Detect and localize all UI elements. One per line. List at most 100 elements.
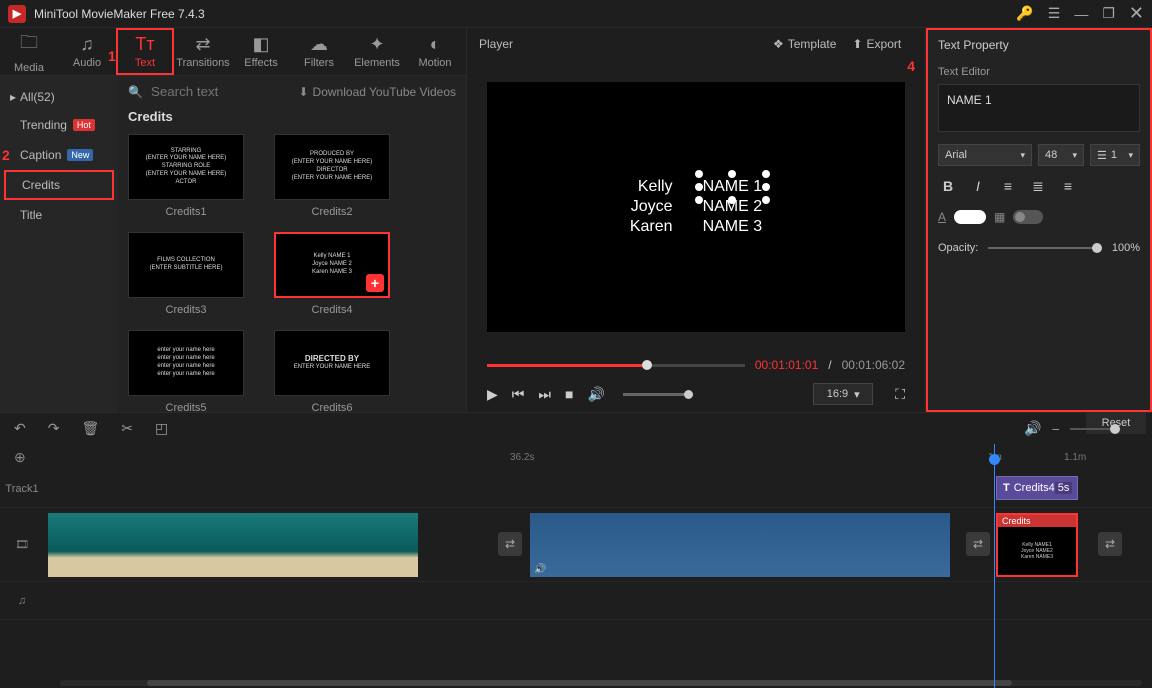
audio-track[interactable]: ♫	[0, 582, 1152, 620]
text-editor-input[interactable]: NAME 1	[938, 84, 1140, 132]
align-center-button[interactable]: ≣	[1028, 176, 1048, 196]
sound-icon[interactable]: 🔊	[1024, 420, 1041, 437]
credits-preview-text: KellyJoyceKaren NAME 1 NAME 2NAME 3	[630, 178, 762, 236]
tab-elements[interactable]: ✦Elements	[348, 28, 406, 75]
timeline: ⊕ 36.2s 1m 1.1m Track1 T Credits4 5s 🎞 ⇄…	[0, 444, 1152, 688]
tab-text[interactable]: TᴛText 1	[116, 28, 174, 75]
playhead[interactable]	[994, 444, 995, 688]
scrub-bar[interactable]	[487, 364, 745, 367]
video-clip-2[interactable]: 🔊	[530, 513, 950, 577]
chevron-down-icon: ▾	[1128, 150, 1133, 161]
template-credits3[interactable]: FILMS COLLECTION(ENTER SUBTITLE HERE)	[128, 232, 244, 298]
export-button[interactable]: ⬆Export 4	[852, 36, 913, 52]
zoom-out-button[interactable]: −	[1052, 421, 1060, 437]
zoom-slider[interactable]	[1070, 428, 1120, 430]
scrub-knob[interactable]	[642, 360, 652, 370]
bold-button[interactable]: B	[938, 176, 958, 196]
tab-effects[interactable]: ◧Effects	[232, 28, 290, 75]
export-icon: ⬆	[852, 37, 862, 51]
add-track-icon[interactable]: ⊕	[14, 449, 26, 466]
category-sidebar: ▸All(52) TrendingHot 2 CaptionNew Credit…	[0, 76, 118, 412]
elements-icon: ✦	[369, 34, 384, 55]
text-icon: Tᴛ	[135, 34, 154, 55]
music-icon: ♫	[80, 34, 94, 55]
highlight-icon: ▦	[994, 210, 1005, 224]
highlight-toggle[interactable]	[1013, 210, 1043, 224]
opacity-label: Opacity:	[938, 242, 978, 254]
text-clip-credits4[interactable]: T Credits4 5s	[996, 476, 1078, 500]
delete-button[interactable]: 🗑	[81, 420, 99, 437]
italic-button[interactable]: I	[968, 176, 988, 196]
category-caption[interactable]: 2 CaptionNew	[0, 140, 118, 170]
undo-button[interactable]: ↶	[14, 420, 26, 437]
tab-transitions[interactable]: ⇄Transitions	[174, 28, 232, 75]
template-icon: ❖	[773, 37, 784, 51]
upgrade-key-icon[interactable]: 🔑	[1016, 5, 1033, 22]
menu-icon[interactable]: ☰	[1048, 5, 1061, 22]
tab-media[interactable]: 🗀Media	[0, 28, 58, 75]
category-trending[interactable]: TrendingHot	[0, 110, 118, 140]
library-panel: 🗀Media ♫Audio TᴛText 1 ⇄Transitions ◧Eff…	[0, 28, 466, 412]
template-credits2[interactable]: PRODUCED BY(ENTER YOUR NAME HERE)DIRECTO…	[274, 134, 390, 200]
volume-slider[interactable]	[623, 393, 693, 396]
template-button[interactable]: ❖Template	[773, 36, 836, 52]
text-track[interactable]: Track1 T Credits4 5s	[0, 470, 1152, 508]
volume-icon[interactable]: 🔊	[587, 386, 604, 403]
line-spacing-select[interactable]: ☰1▾	[1090, 144, 1140, 166]
play-button[interactable]: ▶	[487, 386, 498, 403]
category-credits[interactable]: Credits	[4, 170, 114, 200]
minimize-button[interactable]: —	[1074, 6, 1088, 22]
maximize-button[interactable]: ❐	[1102, 5, 1115, 22]
download-icon: ⬇	[298, 85, 308, 99]
text-color-swatch[interactable]	[954, 210, 986, 224]
player-panel: Player ❖Template ⬆Export 4 KellyJoyceKar…	[466, 28, 926, 412]
tab-motion[interactable]: ◐Motion	[406, 28, 464, 75]
stop-button[interactable]: ■	[565, 386, 573, 402]
split-button[interactable]: ✂	[121, 420, 133, 437]
close-button[interactable]: ✕	[1129, 3, 1144, 24]
fullscreen-button[interactable]: ⛶	[895, 386, 905, 403]
time-current: 00:01:01:01	[755, 358, 818, 372]
transition-slot-1[interactable]: ⇄	[498, 532, 522, 556]
credits-clip[interactable]: Credits Kelly NAME1Joyce NAME2Karen NAME…	[996, 513, 1078, 577]
player-title: Player	[479, 37, 513, 51]
hot-badge: Hot	[73, 119, 95, 131]
template-credits4[interactable]: Kelly NAME 1Joyce NAME 2Karen NAME 3 +	[274, 232, 390, 298]
transition-slot-2[interactable]: ⇄	[966, 532, 990, 556]
time-duration: 00:01:06:02	[842, 358, 905, 372]
font-size-select[interactable]: 48▾	[1038, 144, 1084, 166]
search-input[interactable]	[151, 84, 261, 99]
prev-frame-button[interactable]: ⏮	[512, 386, 525, 403]
category-all[interactable]: ▸All(52)	[0, 84, 118, 110]
transition-slot-3[interactable]: ⇄	[1098, 532, 1122, 556]
clip-sound-icon: 🔊	[534, 564, 546, 575]
timeline-ruler[interactable]: ⊕ 36.2s 1m 1.1m	[0, 444, 1152, 470]
align-left-button[interactable]: ≡	[998, 176, 1018, 196]
template-credits5[interactable]: enter your name hereenter your name here…	[128, 330, 244, 396]
add-template-button[interactable]: +	[366, 274, 384, 292]
preview-canvas[interactable]: KellyJoyceKaren NAME 1 NAME 2NAME 3	[487, 82, 905, 332]
font-select[interactable]: Arial▾	[938, 144, 1032, 166]
aspect-ratio-select[interactable]: 16:9▾	[813, 383, 873, 405]
new-badge: New	[67, 149, 93, 161]
timeline-scrollbar[interactable]	[60, 680, 1142, 686]
selected-text-box[interactable]: NAME 1	[703, 178, 763, 196]
chevron-down-icon: ▾	[1072, 150, 1077, 161]
chevron-down-icon: ▾	[1020, 150, 1025, 161]
template-credits6[interactable]: DIRECTED BYENTER YOUR NAME HERE	[274, 330, 390, 396]
audio-track-icon: ♫	[0, 595, 44, 607]
video-track[interactable]: 🎞 ⇄ 🔊 ⇄ Credits Kelly NAME1Joyce NAME2Ka…	[0, 508, 1152, 582]
download-youtube-link[interactable]: ⬇Download YouTube Videos	[298, 85, 456, 99]
text-clip-icon: T	[1003, 482, 1010, 494]
chevron-right-icon: ▸	[10, 90, 16, 104]
opacity-slider[interactable]	[988, 247, 1102, 249]
video-clip-1[interactable]	[48, 513, 418, 577]
align-right-button[interactable]: ≡	[1058, 176, 1078, 196]
next-frame-button[interactable]: ⏭	[538, 386, 551, 403]
crop-button[interactable]: ◰	[155, 420, 168, 437]
category-title[interactable]: Title	[0, 200, 118, 230]
tab-filters[interactable]: ☁Filters	[290, 28, 348, 75]
template-credits1[interactable]: STARRING(ENTER YOUR NAME HERE)STARRING R…	[128, 134, 244, 200]
redo-button[interactable]: ↷	[48, 420, 60, 437]
filters-icon: ☁	[310, 34, 328, 55]
